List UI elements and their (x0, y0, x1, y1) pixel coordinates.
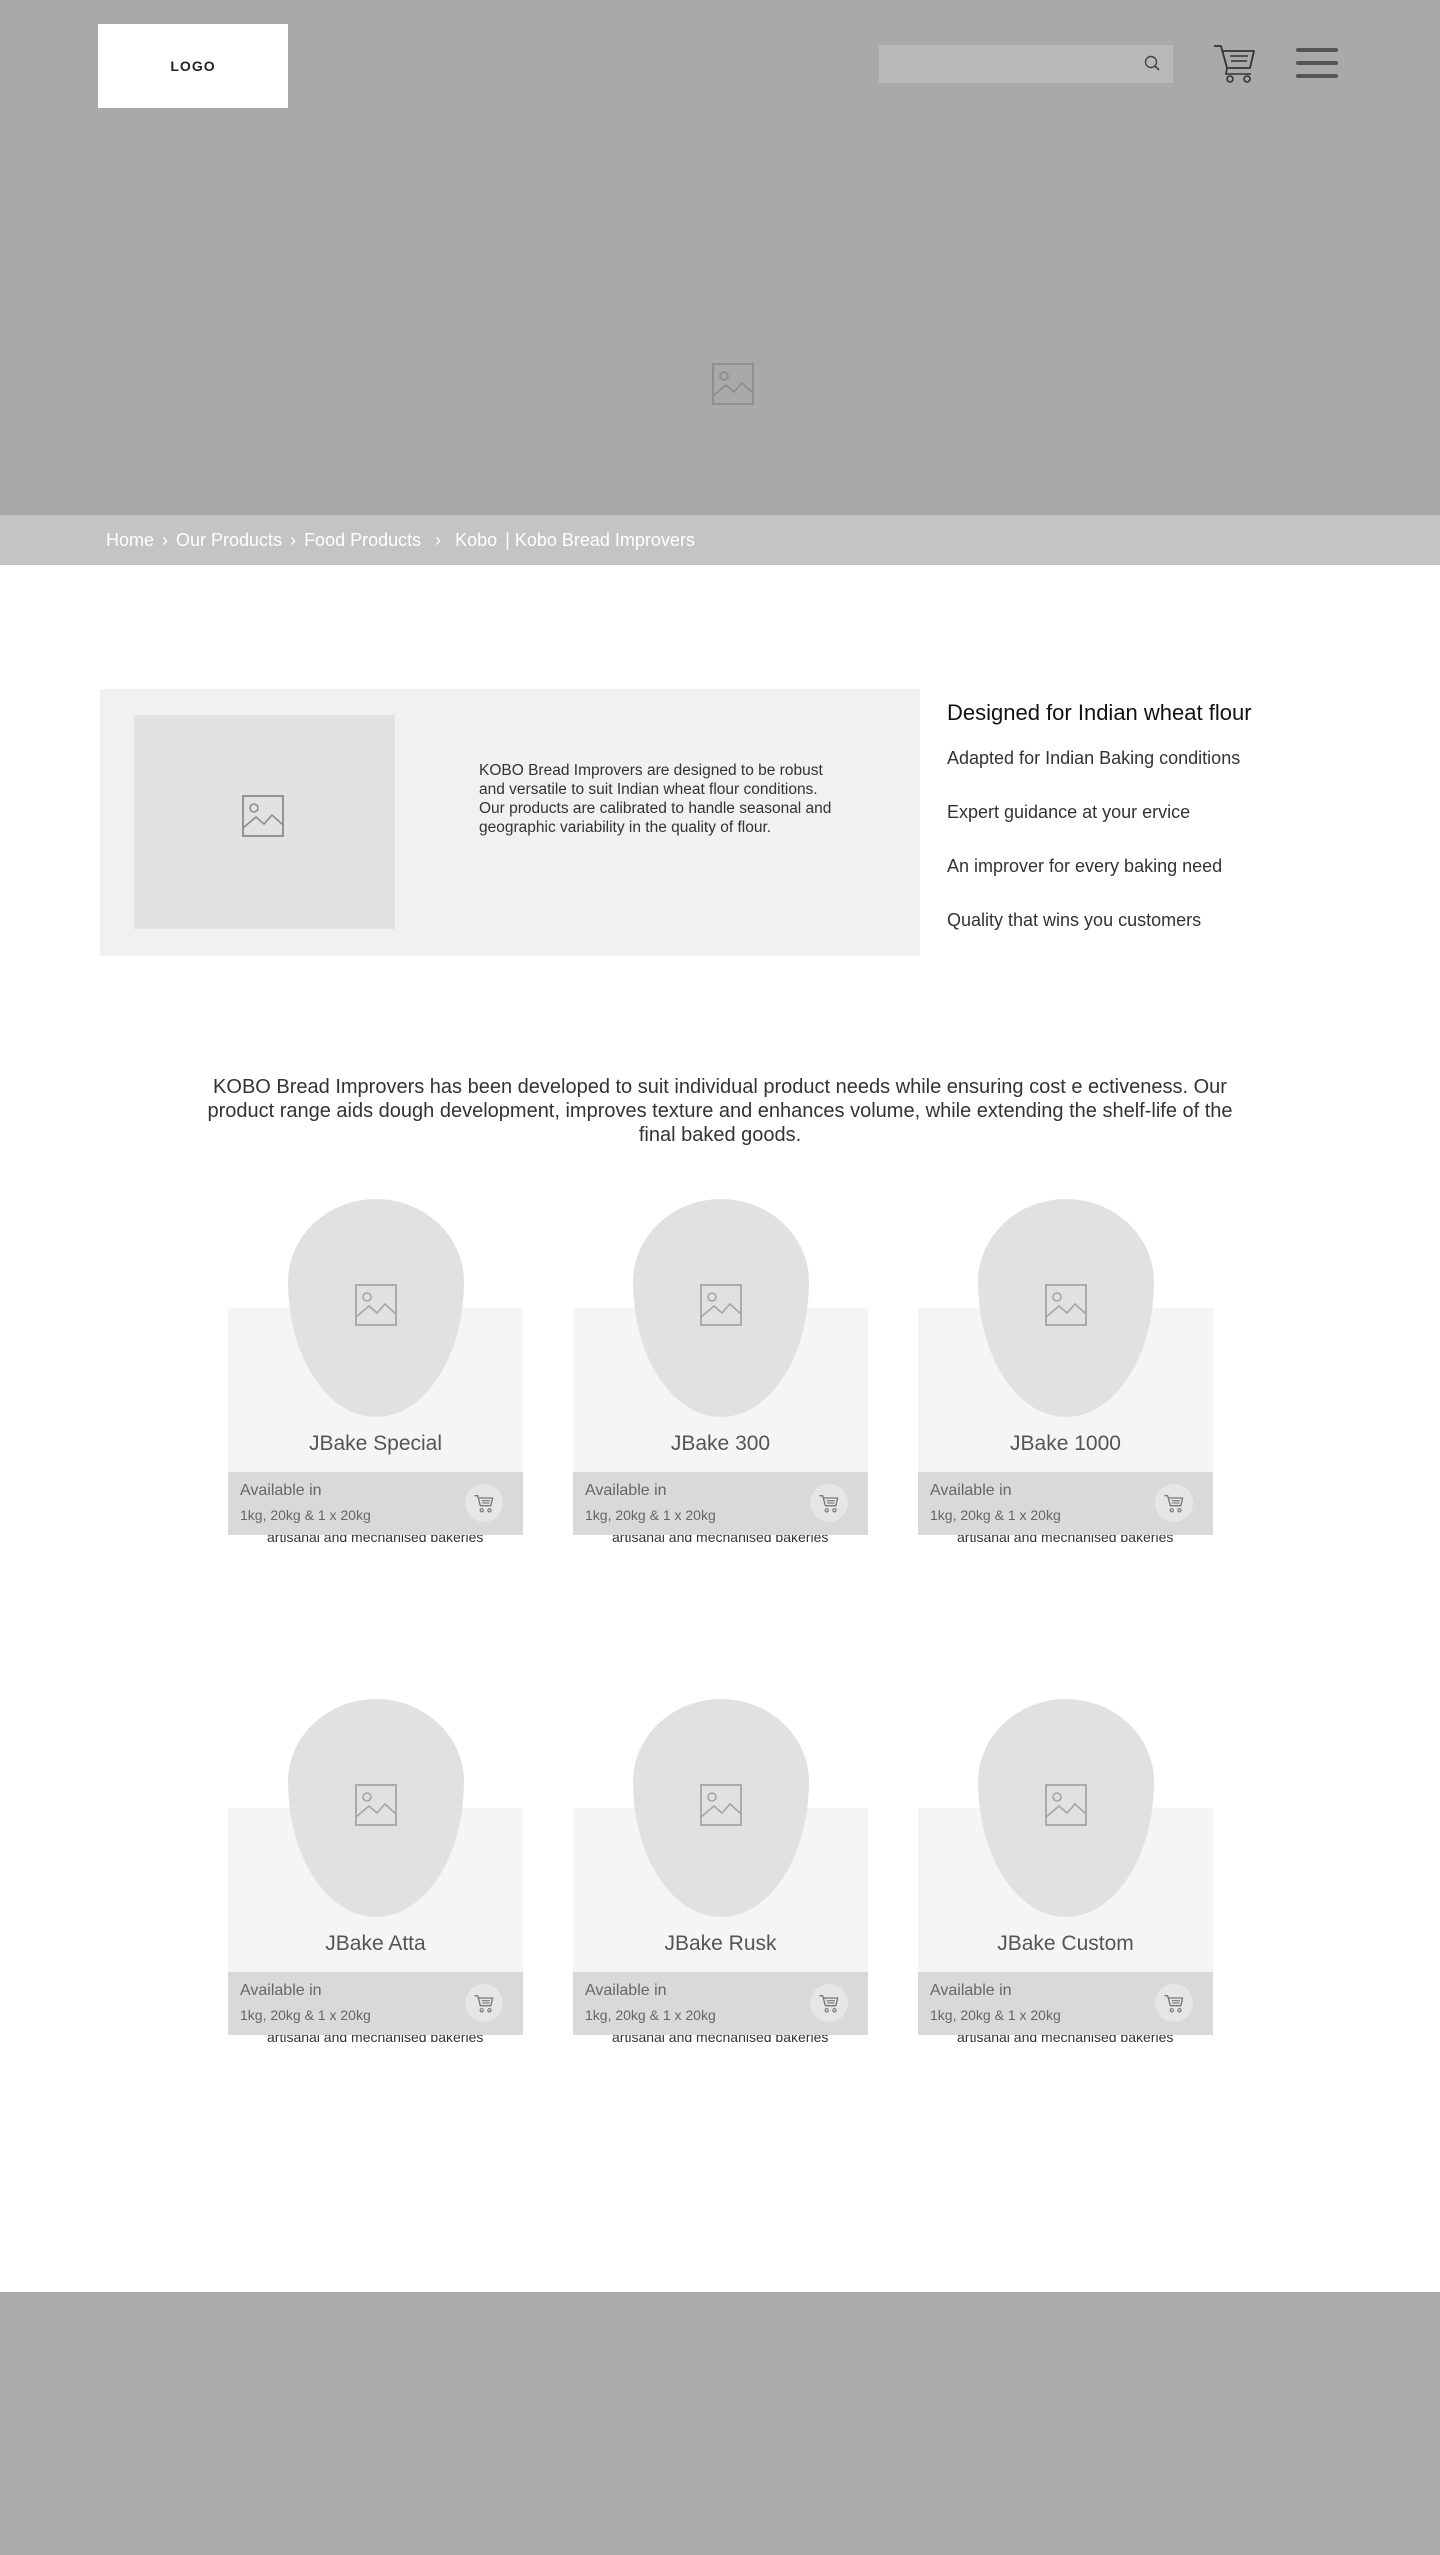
product-card[interactable]: JBake RuskConventional improver Aids in … (573, 1699, 868, 2045)
available-sizes: 1kg, 20kg & 1 x 20kg (585, 2007, 716, 2023)
image-placeholder-icon (700, 1284, 742, 1326)
image-placeholder-icon (355, 1784, 397, 1826)
available-label: Available in (585, 1982, 667, 1999)
feature-item: Adapted for Indian Baking conditions (947, 748, 1241, 768)
available-label: Available in (585, 1482, 667, 1499)
card-footer: Available in 1kg, 20kg & 1 x 20kg (228, 1972, 523, 2035)
product-title: JBake Special (308, 1432, 443, 1455)
product-card[interactable]: JBake 300Conventional improver Aids in d… (573, 1199, 868, 1545)
image-placeholder-icon (700, 1784, 742, 1826)
card-footer: Available in 1kg, 20kg & 1 x 20kg (918, 1972, 1213, 2035)
breadcrumb-current: | Kobo Bread Improvers (505, 529, 695, 550)
chevron-right-icon: › (290, 529, 297, 550)
available-sizes: 1kg, 20kg & 1 x 20kg (240, 2007, 371, 2023)
intro-image (134, 715, 395, 929)
card-footer: Available in 1kg, 20kg & 1 x 20kg (573, 1972, 868, 2035)
breadcrumb-food-products[interactable]: Food Products (304, 530, 421, 551)
add-to-cart-button[interactable] (465, 1984, 503, 2022)
chevron-right-icon: › (162, 529, 169, 550)
available-label: Available in (930, 1482, 1012, 1499)
image-placeholder-icon (355, 1284, 397, 1326)
add-to-cart-button[interactable] (810, 1984, 848, 2022)
cart-icon (1164, 1495, 1184, 1513)
card-footer: Available in 1kg, 20kg & 1 x 20kg (573, 1472, 868, 1535)
intro-panel: KOBO Bread Improvers are designed to be … (100, 689, 920, 956)
search-input[interactable] (879, 45, 1173, 83)
cart-icon (474, 1495, 494, 1513)
footer (0, 2292, 1440, 2555)
product-range-description: KOBO Bread Improvers has been developed … (207, 1076, 1233, 1146)
feature-item: An improver for every baking need (947, 856, 1223, 876)
features-list: Designed for Indian wheat flour Adapted … (947, 700, 1387, 964)
available-label: Available in (930, 1982, 1012, 1999)
add-to-cart-button[interactable] (1155, 1984, 1193, 2022)
hamburger-menu-icon[interactable] (1296, 48, 1338, 80)
available-sizes: 1kg, 20kg & 1 x 20kg (240, 1507, 371, 1523)
product-title: JBake Rusk (664, 1932, 777, 1955)
product-card[interactable]: JBake CustomConventional improver Aids i… (918, 1699, 1213, 2045)
available-sizes: 1kg, 20kg & 1 x 20kg (930, 1507, 1061, 1523)
cart-icon (819, 1495, 839, 1513)
cart-icon (474, 1995, 494, 2013)
feature-item: Expert guidance at your ervice (947, 802, 1191, 822)
search-icon[interactable] (1143, 54, 1163, 74)
product-card[interactable]: JBake 1000Conventional improver Aids in … (918, 1199, 1213, 1545)
breadcrumb-home[interactable]: Home (106, 530, 154, 551)
product-title: JBake 1000 (1010, 1432, 1121, 1455)
add-to-cart-button[interactable] (1155, 1484, 1193, 1522)
image-placeholder-icon (1045, 1284, 1087, 1326)
image-placeholder-icon (242, 795, 284, 837)
available-label: Available in (240, 1482, 322, 1499)
intro-text: KOBO Bread Improvers are designed to be … (479, 762, 832, 836)
menu-bar (1296, 48, 1338, 52)
image-placeholder-icon (1045, 1784, 1087, 1826)
feature-item: Quality that wins you customers (947, 910, 1202, 930)
breadcrumb-our-products[interactable]: Our Products (176, 530, 282, 551)
add-to-cart-button[interactable] (465, 1484, 503, 1522)
available-sizes: 1kg, 20kg & 1 x 20kg (930, 2007, 1061, 2023)
cart-icon (1164, 1995, 1184, 2013)
cart-icon (819, 1995, 839, 2013)
product-title: JBake Atta (325, 1932, 426, 1955)
chevron-right-icon: › (435, 529, 442, 550)
image-placeholder-icon (712, 363, 754, 405)
product-card[interactable]: JBake SpecialConventional improver Aids … (228, 1199, 523, 1545)
hero-banner: LOGO (0, 0, 1440, 515)
add-to-cart-button[interactable] (810, 1484, 848, 1522)
available-sizes: 1kg, 20kg & 1 x 20kg (585, 1507, 716, 1523)
menu-bar (1296, 74, 1338, 78)
product-title: JBake 300 (670, 1432, 771, 1455)
breadcrumb-kobo[interactable]: Kobo (455, 530, 497, 551)
breadcrumb: Home › Our Products › Food Products › Ko… (0, 515, 1440, 565)
product-card[interactable]: JBake AttaConventional improver Aids in … (228, 1699, 523, 2045)
features-title: Designed for Indian wheat flour (947, 700, 1252, 725)
card-footer: Available in 1kg, 20kg & 1 x 20kg (918, 1472, 1213, 1535)
cart-icon[interactable] (1212, 40, 1258, 84)
card-footer: Available in 1kg, 20kg & 1 x 20kg (228, 1472, 523, 1535)
menu-bar (1296, 61, 1338, 65)
product-title: JBake Custom (997, 1932, 1134, 1955)
logo[interactable]: LOGO (98, 24, 288, 108)
available-label: Available in (240, 1982, 322, 1999)
